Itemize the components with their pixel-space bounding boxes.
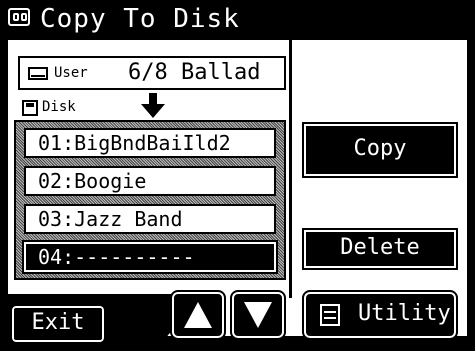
floppy-disk-icon xyxy=(22,100,38,116)
list-item[interactable]: 02:Boogie xyxy=(24,166,276,196)
arrow-down-icon xyxy=(141,93,165,118)
copy-to-disk-screen: Copy To Disk User 6/8 Ballad Disk 01:Big… xyxy=(0,0,475,351)
destination-label: Disk xyxy=(42,99,76,115)
list-item[interactable]: 01:BigBndBaiIld2 xyxy=(24,128,276,158)
utility-button[interactable]: Utility xyxy=(302,290,458,340)
delete-button[interactable]: Delete xyxy=(302,228,458,270)
title-bar: Copy To Disk xyxy=(0,0,475,38)
triangle-down-icon xyxy=(244,302,272,328)
source-song-field[interactable]: User 6/8 Ballad xyxy=(18,56,286,90)
disk-song-list: 01:BigBndBaiIld2 02:Boogie 03:Jazz Band … xyxy=(14,120,286,280)
utility-label: Utility xyxy=(358,301,451,326)
source-label: User xyxy=(54,65,88,81)
utility-icon xyxy=(320,304,340,326)
list-item-selected[interactable]: 04:---------- xyxy=(22,240,278,274)
book-icon xyxy=(8,8,30,26)
source-song-name: 6/8 Ballad xyxy=(128,60,261,85)
list-item[interactable]: 03:Jazz Band xyxy=(24,204,276,234)
copy-button[interactable]: Copy xyxy=(302,122,458,178)
triangle-up-icon xyxy=(184,302,212,328)
scroll-up-button[interactable] xyxy=(170,290,226,340)
exit-button[interactable]: Exit xyxy=(10,304,106,344)
scroll-down-button[interactable] xyxy=(230,290,286,340)
keyboard-icon xyxy=(28,67,48,80)
panel-divider xyxy=(289,40,292,298)
page-title: Copy To Disk xyxy=(40,4,240,34)
